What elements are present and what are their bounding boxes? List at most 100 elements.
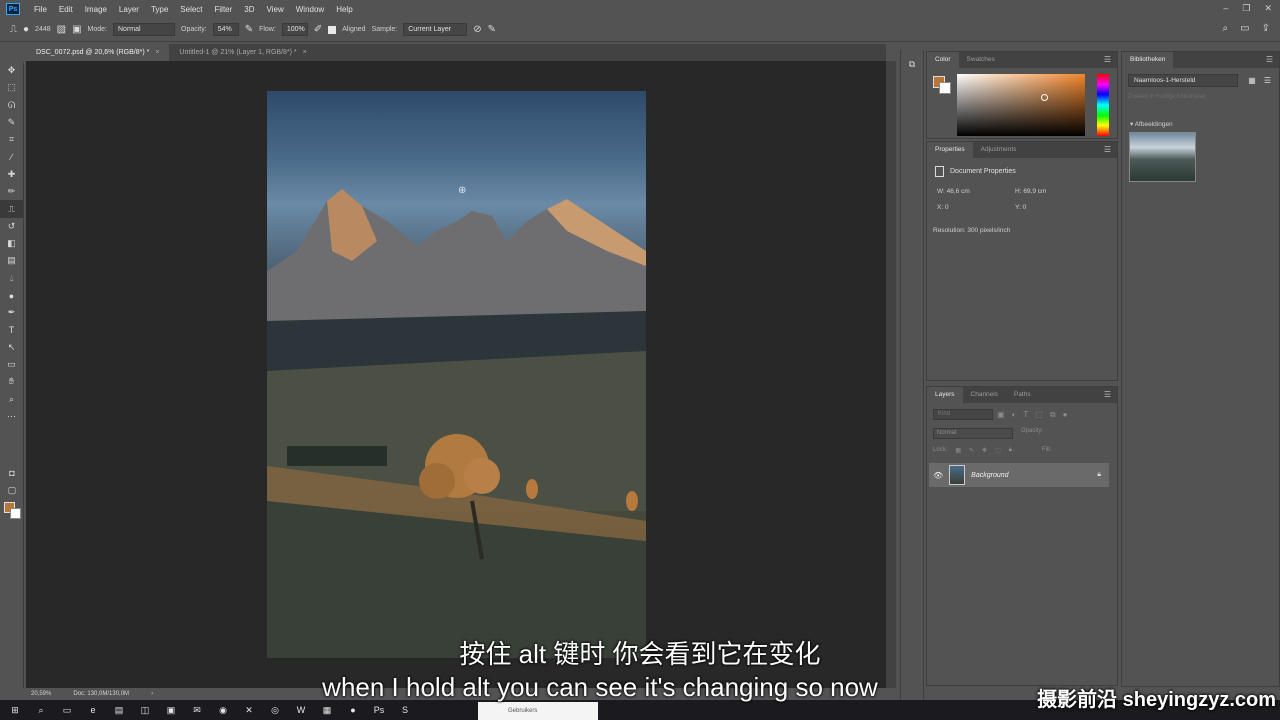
menu-file[interactable]: File bbox=[28, 5, 53, 14]
menu-3d[interactable]: 3D bbox=[238, 5, 260, 14]
list-view-icon[interactable]: ☰ bbox=[1264, 76, 1271, 85]
lock-position-icon[interactable]: ✥ bbox=[982, 447, 987, 454]
mode-select[interactable]: Normal bbox=[113, 23, 175, 36]
close-icon[interactable]: × bbox=[155, 49, 159, 56]
x-field[interactable]: X: 0 bbox=[937, 204, 949, 211]
lock-pixels-icon[interactable]: ▦ bbox=[955, 447, 961, 454]
lock-all-icon[interactable]: 🔒︎ bbox=[1009, 447, 1012, 454]
clone-stamp-tool-icon[interactable]: ⎍ bbox=[0, 200, 23, 218]
brush-tool-icon[interactable]: ✏ bbox=[0, 183, 23, 200]
lasso-tool-icon[interactable]: ᘏ bbox=[0, 97, 23, 114]
lock-artboard-icon[interactable]: ⬚ bbox=[995, 447, 1001, 454]
word-icon[interactable]: W bbox=[294, 705, 308, 715]
doc-tab-untitled-1[interactable]: Untitled-1 @ 21% (Layer 1, RGB/8*) * × bbox=[169, 44, 316, 61]
app-icon[interactable]: S bbox=[398, 705, 412, 715]
clone-source-icon[interactable]: ▣ bbox=[72, 24, 81, 35]
store-icon[interactable]: ◫ bbox=[138, 705, 152, 716]
close-icon[interactable]: ✕ bbox=[1264, 3, 1272, 14]
tab-swatches[interactable]: Swatches bbox=[959, 52, 1003, 68]
eraser-tool-icon[interactable]: ◧ bbox=[0, 235, 23, 252]
canvas-scrollbar[interactable] bbox=[886, 61, 896, 688]
share-icon[interactable]: ⇪ bbox=[1262, 23, 1270, 34]
search-icon[interactable]: ⌕ bbox=[34, 705, 48, 716]
smart-object-filter-icon[interactable]: ⧉ bbox=[1050, 410, 1056, 420]
menu-filter[interactable]: Filter bbox=[209, 5, 239, 14]
quick-mask-icon[interactable]: ◘ bbox=[0, 464, 24, 481]
airbrush-icon[interactable]: ✐ bbox=[314, 24, 322, 35]
canvas-area[interactable]: ⊕ bbox=[26, 61, 886, 688]
width-field[interactable]: W: 46,6 cm bbox=[937, 188, 970, 195]
workspace-icon[interactable]: ▭ bbox=[1240, 23, 1249, 34]
tab-libraries[interactable]: Bibliotheken bbox=[1122, 52, 1174, 68]
filter-toggle-icon[interactable]: ● bbox=[1063, 410, 1068, 420]
tab-paths[interactable]: Paths bbox=[1006, 387, 1039, 403]
doc-tab-dsc0072[interactable]: DSC_0072.psd @ 20,6% (RGB/8*) * × bbox=[26, 44, 170, 61]
gradient-tool-icon[interactable]: ▤ bbox=[0, 252, 23, 269]
visibility-eye-icon[interactable]: 👁︎ bbox=[933, 471, 943, 480]
photoshop-taskbar-icon[interactable]: Ps bbox=[372, 705, 386, 715]
aligned-checkbox[interactable] bbox=[328, 25, 337, 34]
app-icon[interactable]: ● bbox=[346, 705, 360, 715]
zoom-tool-icon[interactable]: ⌕ bbox=[0, 391, 23, 408]
grid-view-icon[interactable]: ▦ bbox=[1248, 76, 1256, 85]
mail-icon[interactable]: ✉ bbox=[190, 705, 204, 716]
sample-select[interactable]: Current Layer bbox=[403, 23, 468, 36]
layer-opacity[interactable]: Opacity: bbox=[1021, 428, 1081, 439]
brush-preset-icon[interactable]: ● bbox=[23, 24, 29, 35]
panel-menu-icon[interactable]: ☰ bbox=[1104, 390, 1111, 399]
panel-menu-icon[interactable]: ☰ bbox=[1104, 145, 1111, 154]
start-icon[interactable]: ⊞ bbox=[8, 705, 22, 716]
task-view-icon[interactable]: ▭ bbox=[60, 705, 74, 716]
close-icon[interactable]: × bbox=[303, 49, 307, 56]
app-icon[interactable]: ▦ bbox=[320, 705, 334, 716]
y-field[interactable]: Y: 0 bbox=[1015, 204, 1026, 211]
more-tools-icon[interactable]: ⋯ bbox=[0, 408, 23, 425]
quick-select-tool-icon[interactable]: ✎ bbox=[0, 114, 23, 131]
tab-properties[interactable]: Properties bbox=[927, 142, 973, 158]
background-color-swatch[interactable] bbox=[10, 508, 21, 519]
restore-icon[interactable]: ❐ bbox=[1242, 3, 1250, 14]
tab-color[interactable]: Color bbox=[927, 52, 959, 68]
pressure-size-icon[interactable]: ✎ bbox=[488, 24, 496, 35]
blend-mode-select[interactable]: Normal bbox=[933, 428, 1013, 439]
menu-select[interactable]: Select bbox=[174, 5, 208, 14]
color-picker-ring[interactable] bbox=[1041, 94, 1048, 101]
menu-window[interactable]: Window bbox=[290, 5, 330, 14]
panel-menu-icon[interactable]: ☰ bbox=[1104, 55, 1111, 64]
app-icon[interactable]: ✕ bbox=[242, 705, 256, 716]
tab-adjustments[interactable]: Adjustments bbox=[973, 142, 1025, 158]
library-image-thumbnail[interactable] bbox=[1129, 132, 1196, 182]
pixel-filter-icon[interactable]: ▣ bbox=[997, 410, 1005, 420]
menu-image[interactable]: Image bbox=[79, 5, 113, 14]
library-section-images[interactable]: ▾ Afbeeldingen bbox=[1130, 120, 1173, 128]
healing-brush-icon[interactable]: ✚ bbox=[0, 166, 23, 183]
search-icon[interactable]: ⌕ bbox=[1223, 23, 1229, 34]
crop-tool-icon[interactable]: ⌗ bbox=[0, 131, 23, 148]
history-brush-icon[interactable]: ↺ bbox=[0, 218, 23, 235]
menu-type[interactable]: Type bbox=[145, 5, 174, 14]
shape-filter-icon[interactable]: ⬚ bbox=[1035, 410, 1043, 420]
panel-menu-icon[interactable]: ☰ bbox=[1266, 55, 1273, 64]
edge-icon[interactable]: e bbox=[86, 705, 100, 715]
path-select-tool-icon[interactable]: ↖ bbox=[0, 339, 23, 356]
color-picker-field[interactable] bbox=[957, 74, 1085, 136]
clone-stamp-icon[interactable]: ⎍ bbox=[10, 24, 17, 35]
menu-help[interactable]: Help bbox=[330, 5, 358, 14]
pressure-opacity-icon[interactable]: ✎ bbox=[245, 24, 253, 35]
explorer-window-label[interactable]: Gebruikers bbox=[478, 702, 598, 720]
menu-view[interactable]: View bbox=[261, 5, 290, 14]
layer-name[interactable]: Background bbox=[971, 472, 1008, 479]
rectangle-tool-icon[interactable]: ▭ bbox=[0, 356, 23, 373]
app-icon[interactable]: ◎ bbox=[268, 705, 282, 716]
library-select[interactable]: Naamloos-1-Hersteld bbox=[1128, 74, 1238, 87]
app-icon[interactable]: ▣ bbox=[164, 705, 178, 716]
eyedropper-tool-icon[interactable]: ⁄ bbox=[0, 148, 23, 165]
pen-tool-icon[interactable]: ✒ bbox=[0, 304, 23, 321]
hand-tool-icon[interactable]: ✋︎ bbox=[0, 373, 23, 390]
brush-panel-icon[interactable]: ▨ bbox=[57, 24, 66, 35]
type-tool-icon[interactable]: T bbox=[0, 321, 23, 338]
menu-edit[interactable]: Edit bbox=[53, 5, 79, 14]
hue-slider[interactable] bbox=[1097, 74, 1109, 136]
adjustment-filter-icon[interactable]: ◐ bbox=[1012, 410, 1017, 420]
chrome-icon[interactable]: ◉ bbox=[216, 705, 230, 716]
